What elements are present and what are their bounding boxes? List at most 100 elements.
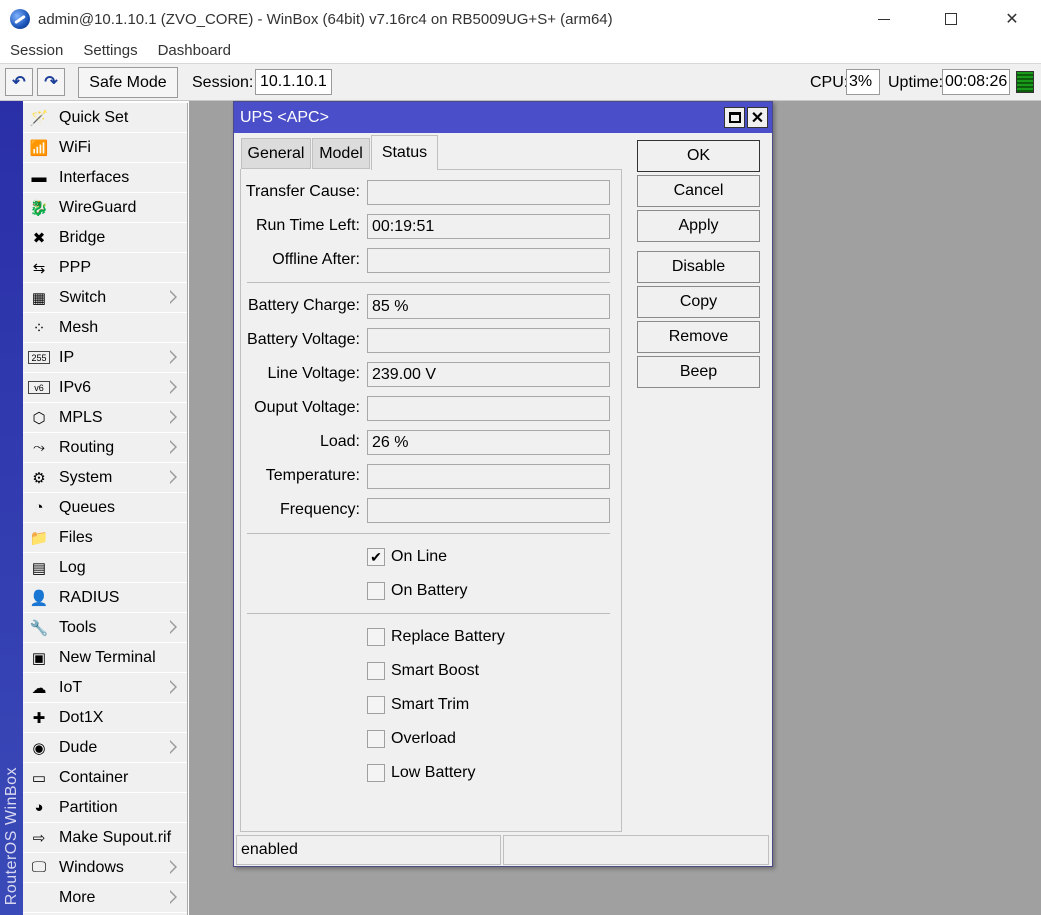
sidebar-item-ip[interactable]: 255 IP bbox=[23, 343, 187, 373]
maximize-icon[interactable] bbox=[928, 0, 974, 38]
sidebar-item-label: IPv6 bbox=[59, 378, 92, 396]
tab-model[interactable]: Model bbox=[312, 138, 370, 169]
sidebar-item-make-supout-rif[interactable]: ⇨ Make Supout.rif bbox=[23, 823, 187, 853]
sidebar-item-container[interactable]: ▭ Container bbox=[23, 763, 187, 793]
sidebar-item-partition[interactable]: ◕ Partition bbox=[23, 793, 187, 823]
cpu-label: CPU: bbox=[810, 74, 849, 91]
replace-battery-label: Replace Battery bbox=[391, 628, 505, 645]
submenu-arrow-icon bbox=[170, 440, 177, 454]
files-icon: 📁 bbox=[29, 529, 49, 547]
undo-icon[interactable]: ↶ bbox=[5, 68, 33, 96]
sidebar-item-queues[interactable]: ◔ Queues bbox=[23, 493, 187, 523]
replace-battery-check: Replace Battery bbox=[367, 627, 505, 647]
winbox-logo-icon bbox=[10, 9, 30, 29]
sidebar-item-label: New Terminal bbox=[59, 648, 156, 666]
smart-trim-check: Smart Trim bbox=[367, 695, 469, 715]
ok-button[interactable]: OK bbox=[637, 140, 760, 172]
battery-charge-label: Battery Charge: bbox=[247, 297, 360, 314]
on-line-checkbox: ✔ bbox=[367, 548, 385, 566]
toolbar: ↶ ↷ Safe Mode Session: 10.1.10.1 CPU: 3%… bbox=[0, 63, 1041, 101]
smart-trim-label: Smart Trim bbox=[391, 696, 470, 713]
low-battery-check: Low Battery bbox=[367, 763, 475, 783]
sidebar-item-new-terminal[interactable]: ▣ New Terminal bbox=[23, 643, 187, 673]
dialog-statusbar: enabled bbox=[236, 835, 769, 865]
sidebar-item-more[interactable]: More bbox=[23, 883, 187, 913]
partition-icon: ◕ bbox=[34, 799, 44, 816]
tab-status[interactable]: Status bbox=[371, 135, 438, 170]
sidebar-item-tools[interactable]: 🔧 Tools bbox=[23, 613, 187, 643]
submenu-arrow-icon bbox=[170, 740, 177, 754]
dialog-close-icon[interactable]: ✕ bbox=[747, 107, 768, 128]
temperature-label: Temperature: bbox=[265, 467, 360, 484]
sidebar-item-mpls[interactable]: ⬡ MPLS bbox=[23, 403, 187, 433]
status-extra bbox=[503, 835, 769, 865]
sidebar-item-switch[interactable]: ▦ Switch bbox=[23, 283, 187, 313]
beep-button[interactable]: Beep bbox=[637, 356, 760, 388]
line-voltage-field: 239.00 V bbox=[367, 362, 610, 387]
sidebar-item-mesh[interactable]: ⁘ Mesh bbox=[23, 313, 187, 343]
sidebar-item-wireguard[interactable]: 🐉 WireGuard bbox=[23, 193, 187, 223]
more-icon bbox=[28, 888, 50, 908]
sidebar-item-label: System bbox=[59, 468, 113, 486]
run-time-left-label: Run Time Left: bbox=[255, 217, 360, 234]
sidebar-item-dude[interactable]: ◉ Dude bbox=[23, 733, 187, 763]
iot-icon: ☁ bbox=[31, 679, 47, 697]
cancel-button[interactable]: Cancel bbox=[637, 175, 760, 207]
sidebar-item-wifi[interactable]: 📶 WiFi bbox=[23, 133, 187, 163]
line-voltage-label: Line Voltage: bbox=[267, 365, 360, 382]
offline-after-field bbox=[367, 248, 610, 273]
sidebar-item-label: Windows bbox=[59, 858, 124, 876]
close-icon[interactable]: ✕ bbox=[989, 0, 1035, 38]
sidebar-item-log[interactable]: ▤ Log bbox=[23, 553, 187, 583]
sidebar-item-system[interactable]: ⚙ System bbox=[23, 463, 187, 493]
submenu-arrow-icon bbox=[170, 410, 177, 424]
sidebar-item-label: Bridge bbox=[59, 228, 106, 246]
minimize-icon[interactable] bbox=[861, 0, 907, 38]
menu-session[interactable]: Session bbox=[0, 42, 73, 59]
sidebar-item-files[interactable]: 📁 Files bbox=[23, 523, 187, 553]
load-field: 26 % bbox=[367, 430, 610, 455]
sidebar-item-routing[interactable]: ⤳ Routing bbox=[23, 433, 187, 463]
submenu-arrow-icon bbox=[170, 290, 177, 304]
cpu-value: 3% bbox=[846, 69, 880, 95]
sidebar-item-interfaces[interactable]: ▬ Interfaces bbox=[23, 163, 187, 193]
disable-button[interactable]: Disable bbox=[637, 251, 760, 283]
menu-settings[interactable]: Settings bbox=[73, 42, 147, 59]
sidebar-item-ipv6[interactable]: v6 IPv6 bbox=[23, 373, 187, 403]
sidebar-item-dot1x[interactable]: ✚ Dot1X bbox=[23, 703, 187, 733]
sidebar-item-ppp[interactable]: ⇆ PPP bbox=[23, 253, 187, 283]
sidebar-item-windows[interactable]: 🖵 Windows bbox=[23, 853, 187, 883]
load-label: Load: bbox=[319, 433, 360, 450]
overload-checkbox bbox=[367, 730, 385, 748]
side-banner: RouterOS WinBox bbox=[0, 101, 23, 915]
sidebar: 🪄 Quick Set 📶 WiFi ▬ Interfaces 🐉 WireGuard ✖ Bri… bbox=[23, 103, 188, 915]
frequency-field bbox=[367, 498, 610, 523]
safe-mode-button[interactable]: Safe Mode bbox=[78, 67, 178, 98]
submenu-arrow-icon bbox=[170, 350, 177, 364]
separator bbox=[247, 282, 610, 283]
sidebar-item-radius[interactable]: 👤 RADIUS bbox=[23, 583, 187, 613]
system-icon: ⚙ bbox=[32, 469, 46, 487]
sidebar-item-bridge[interactable]: ✖ Bridge bbox=[23, 223, 187, 253]
on-battery-checkbox bbox=[367, 582, 385, 600]
cpu-meter-icon bbox=[1016, 71, 1034, 93]
sidebar-item-label: Log bbox=[59, 558, 86, 576]
switch-icon: ▦ bbox=[31, 289, 47, 307]
redo-icon[interactable]: ↷ bbox=[37, 68, 65, 96]
on-battery-label: On Battery bbox=[391, 582, 468, 599]
routing-icon: ⤳ bbox=[32, 439, 45, 456]
smart-trim-checkbox bbox=[367, 696, 385, 714]
copy-button[interactable]: Copy bbox=[637, 286, 760, 318]
sidebar-item-label: Make Supout.rif bbox=[59, 828, 172, 846]
apply-button[interactable]: Apply bbox=[637, 210, 760, 242]
menu-dashboard[interactable]: Dashboard bbox=[148, 42, 241, 59]
sidebar-item-iot[interactable]: ☁ IoT bbox=[23, 673, 187, 703]
remove-button[interactable]: Remove bbox=[637, 321, 760, 353]
interfaces-icon: ▬ bbox=[31, 169, 47, 186]
tab-general[interactable]: General bbox=[241, 138, 311, 169]
sidebar-item-label: WiFi bbox=[59, 138, 91, 156]
dialog-titlebar[interactable]: UPS <APC> ✕ bbox=[234, 102, 772, 133]
sidebar-item-label: Files bbox=[59, 528, 93, 546]
sidebar-item-quick-set[interactable]: 🪄 Quick Set bbox=[23, 103, 187, 133]
dialog-maximize-icon[interactable] bbox=[724, 107, 745, 128]
